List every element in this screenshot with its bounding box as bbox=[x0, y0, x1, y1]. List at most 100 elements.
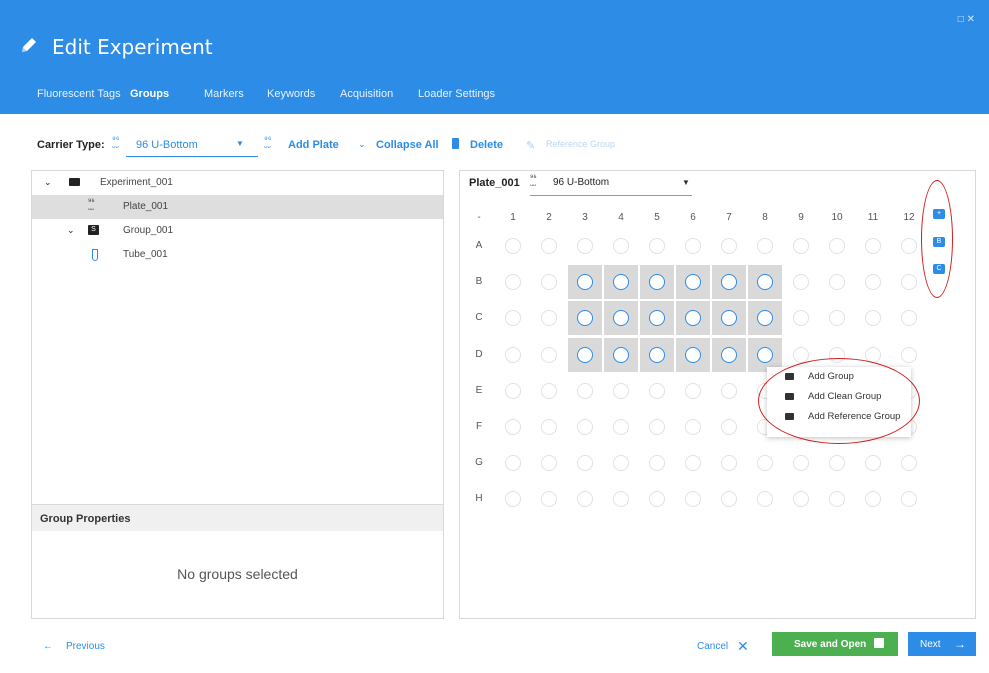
well-G8[interactable] bbox=[757, 455, 773, 472]
well-H9[interactable] bbox=[793, 491, 809, 508]
well-A12[interactable] bbox=[901, 238, 917, 254]
well-C10[interactable] bbox=[829, 310, 845, 327]
column-label[interactable]: 6 bbox=[683, 212, 703, 223]
well-F4[interactable] bbox=[613, 419, 629, 435]
plate-type-dropdown[interactable]: 96 U-Bottom bbox=[553, 177, 609, 188]
well-B11[interactable] bbox=[865, 274, 881, 291]
reference-group-button[interactable]: Reference Group bbox=[546, 139, 615, 149]
well-C2[interactable] bbox=[541, 310, 557, 327]
well-E6[interactable] bbox=[685, 382, 701, 399]
well-E3[interactable] bbox=[577, 382, 593, 399]
well-G5[interactable] bbox=[649, 455, 665, 472]
well-G4[interactable] bbox=[613, 455, 629, 472]
well-D6[interactable] bbox=[685, 346, 701, 363]
well-H3[interactable] bbox=[577, 491, 593, 508]
well-A4[interactable] bbox=[613, 238, 629, 254]
row-label[interactable]: H bbox=[469, 493, 489, 504]
well-E2[interactable] bbox=[541, 382, 557, 399]
chevron-down-icon[interactable]: ▼ bbox=[236, 139, 244, 148]
well-F5[interactable] bbox=[649, 419, 665, 435]
well-F6[interactable] bbox=[685, 419, 701, 435]
menu-item-add-group[interactable]: Add Group bbox=[767, 368, 911, 386]
well-B9[interactable] bbox=[793, 274, 809, 291]
tab-keywords[interactable]: Keywords bbox=[267, 88, 315, 100]
well-C11[interactable] bbox=[865, 310, 881, 327]
add-plate-button[interactable]: Add Plate bbox=[288, 139, 339, 151]
row-label[interactable]: A bbox=[469, 240, 489, 251]
well-G7[interactable] bbox=[721, 455, 737, 472]
column-label[interactable]: 4 bbox=[611, 212, 631, 223]
well-A8[interactable] bbox=[757, 238, 773, 254]
well-F2[interactable] bbox=[541, 419, 557, 435]
well-A2[interactable] bbox=[541, 238, 557, 254]
well-E5[interactable] bbox=[649, 382, 665, 399]
well-F3[interactable] bbox=[577, 419, 593, 435]
close-icon[interactable]: ✕ bbox=[737, 638, 749, 655]
well-H4[interactable] bbox=[613, 491, 629, 508]
tree-item-experiment[interactable]: ⌄ Experiment_001 bbox=[32, 171, 443, 195]
well-E1[interactable] bbox=[505, 382, 521, 399]
column-label[interactable]: 5 bbox=[647, 212, 667, 223]
column-label[interactable]: 11 bbox=[863, 212, 883, 223]
well-A9[interactable] bbox=[793, 238, 809, 254]
well-D12[interactable] bbox=[901, 346, 917, 363]
well-B10[interactable] bbox=[829, 274, 845, 291]
add-group-icon[interactable]: + bbox=[933, 209, 945, 219]
well-C9[interactable] bbox=[793, 310, 809, 327]
well-G10[interactable] bbox=[829, 455, 845, 472]
carrier-type-dropdown[interactable]: 96 U-Bottom bbox=[136, 139, 198, 151]
menu-item-add-clean-group[interactable]: Add Clean Group bbox=[767, 388, 911, 406]
column-label[interactable]: 7 bbox=[719, 212, 739, 223]
column-label[interactable]: 12 bbox=[899, 212, 919, 223]
well-E7[interactable] bbox=[721, 382, 737, 399]
well-H7[interactable] bbox=[721, 491, 737, 508]
well-A3[interactable] bbox=[577, 238, 593, 254]
row-label[interactable]: F bbox=[469, 421, 489, 432]
well-A5[interactable] bbox=[649, 238, 665, 254]
tab-markers[interactable]: Markers bbox=[204, 88, 244, 100]
well-A10[interactable] bbox=[829, 238, 845, 254]
group-b-icon[interactable]: B bbox=[933, 237, 945, 247]
tree-item-tube[interactable]: Tube_001 bbox=[32, 243, 443, 267]
well-D3[interactable] bbox=[577, 346, 593, 363]
well-A11[interactable] bbox=[865, 238, 881, 254]
column-label[interactable]: 3 bbox=[575, 212, 595, 223]
well-D5[interactable] bbox=[649, 346, 665, 363]
next-button[interactable]: Next → bbox=[908, 632, 976, 656]
tree-item-group[interactable]: ⌄ S Group_001 bbox=[32, 219, 443, 243]
collapse-all-button[interactable]: Collapse All bbox=[376, 139, 439, 151]
row-label[interactable]: B bbox=[469, 276, 489, 287]
well-G9[interactable] bbox=[793, 455, 809, 472]
well-A6[interactable] bbox=[685, 238, 701, 254]
well-A7[interactable] bbox=[721, 238, 737, 254]
well-H2[interactable] bbox=[541, 491, 557, 508]
well-D11[interactable] bbox=[865, 346, 881, 363]
previous-button[interactable]: Previous bbox=[66, 641, 105, 652]
well-C1[interactable] bbox=[505, 310, 521, 327]
row-label[interactable]: C bbox=[469, 312, 489, 323]
tab-loader-settings[interactable]: Loader Settings bbox=[418, 88, 495, 100]
column-label[interactable]: 10 bbox=[827, 212, 847, 223]
well-D8[interactable] bbox=[757, 346, 773, 363]
tab-groups[interactable]: Groups bbox=[130, 88, 169, 100]
column-label[interactable]: 1 bbox=[503, 212, 523, 223]
chevron-down-icon[interactable]: ⌄ bbox=[44, 177, 52, 188]
well-D1[interactable] bbox=[505, 346, 521, 363]
arrow-left-icon[interactable]: ← bbox=[43, 641, 53, 652]
tab-fluorescent-tags[interactable]: Fluorescent Tags bbox=[37, 88, 121, 100]
group-c-icon[interactable]: C bbox=[933, 264, 945, 274]
row-label[interactable]: G bbox=[469, 457, 489, 468]
row-label[interactable]: D bbox=[469, 349, 489, 360]
delete-button[interactable]: Delete bbox=[470, 139, 503, 151]
well-H10[interactable] bbox=[829, 491, 845, 508]
chevron-down-icon[interactable]: ⌄ bbox=[67, 225, 75, 236]
tab-acquisition[interactable]: Acquisition bbox=[340, 88, 393, 100]
well-F1[interactable] bbox=[505, 419, 521, 435]
save-and-open-button[interactable]: Save and Open bbox=[772, 632, 898, 656]
well-G1[interactable] bbox=[505, 455, 521, 472]
column-label[interactable]: 8 bbox=[755, 212, 775, 223]
well-G11[interactable] bbox=[865, 455, 881, 472]
well-B2[interactable] bbox=[541, 274, 557, 291]
well-G6[interactable] bbox=[685, 455, 701, 472]
well-E4[interactable] bbox=[613, 382, 629, 399]
